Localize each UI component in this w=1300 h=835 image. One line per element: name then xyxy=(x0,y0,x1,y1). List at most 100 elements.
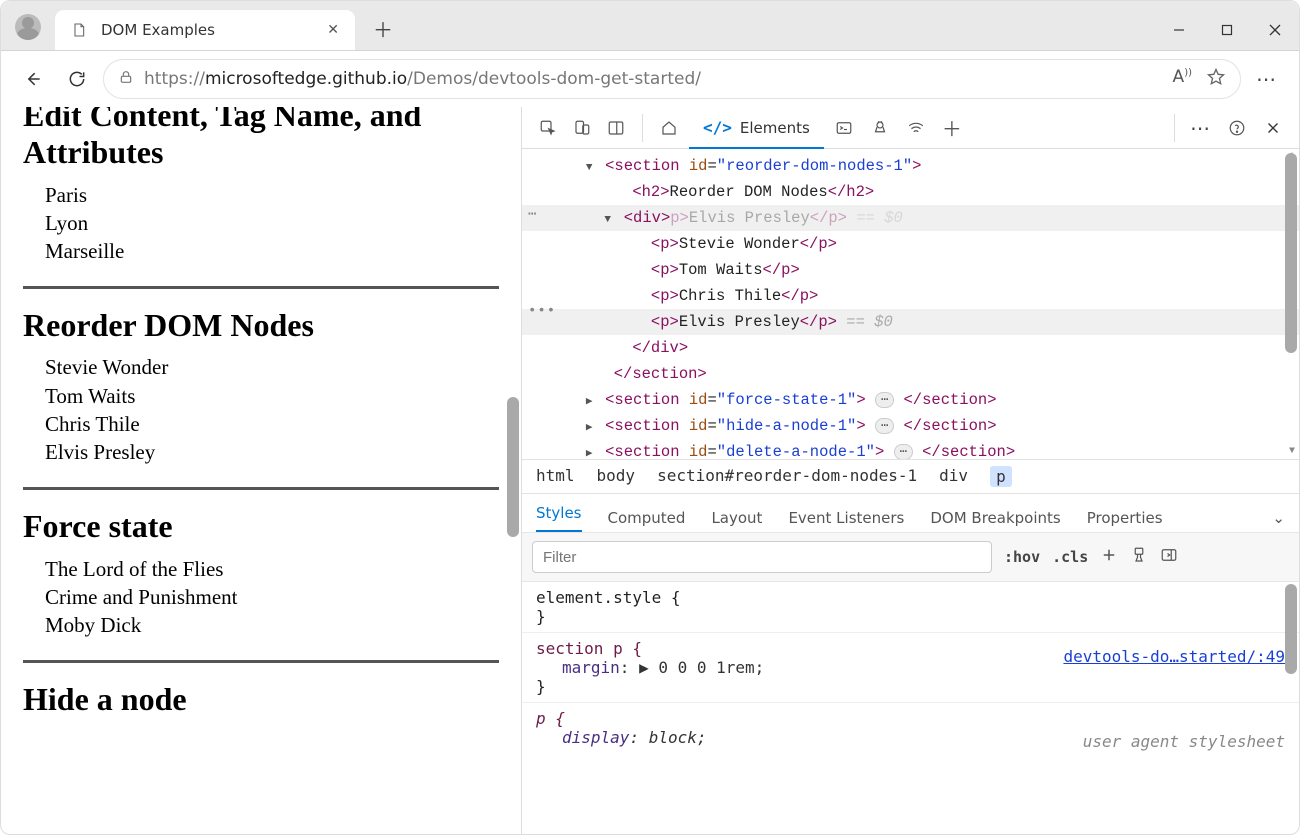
dom-node-selected[interactable]: ••• <p>Elvis Presley</p> == $0 xyxy=(522,309,1299,335)
cls-toggle[interactable]: .cls xyxy=(1052,548,1088,566)
browser-tab[interactable]: DOM Examples ✕ xyxy=(55,10,355,50)
close-window-button[interactable] xyxy=(1251,10,1299,50)
scroll-down-icon[interactable]: ▼ xyxy=(1289,446,1295,457)
inspect-icon[interactable] xyxy=(532,112,564,144)
tab-event-listeners[interactable]: Event Listeners xyxy=(788,509,904,527)
dom-node[interactable]: <h2>Reorder DOM Nodes</h2> xyxy=(522,179,1299,205)
menu-button[interactable]: ⋯ xyxy=(1249,61,1285,97)
styles-scrollbar[interactable] xyxy=(1285,584,1297,674)
code-icon: </> xyxy=(703,118,732,137)
console-tab-icon[interactable] xyxy=(828,112,860,144)
list-item: Marseille xyxy=(45,237,499,265)
dom-node[interactable]: ▶ <section id="delete-a-node-1"> ⋯ </sec… xyxy=(522,439,1299,459)
read-aloud-icon[interactable]: A)) xyxy=(1173,67,1192,92)
list-item: The Lord of the Flies xyxy=(45,555,499,583)
drag-handle-icon[interactable]: ⋯ xyxy=(528,205,537,227)
devtools-panel: </> Elements ＋ ⋯ ▲ ▼ ▼ <section id="reor… xyxy=(521,107,1299,834)
style-rule[interactable]: element.style { } xyxy=(536,588,1285,626)
tab-layout[interactable]: Layout xyxy=(711,509,762,527)
styles-toolbar: :hov .cls xyxy=(522,533,1299,582)
dock-icon[interactable] xyxy=(600,112,632,144)
close-devtools-icon[interactable] xyxy=(1257,112,1289,144)
heading-hide: Hide a node xyxy=(23,681,499,718)
dom-tree[interactable]: ▲ ▼ ▼ <section id="reorder-dom-nodes-1">… xyxy=(522,149,1299,459)
welcome-tab-icon[interactable] xyxy=(653,112,685,144)
new-style-rule-icon[interactable] xyxy=(1100,546,1118,568)
dom-node[interactable]: </section> xyxy=(522,361,1299,387)
brush-icon[interactable] xyxy=(1130,546,1148,568)
url-bar[interactable]: https://microsoftedge.github.io/Demos/de… xyxy=(103,59,1241,99)
list-item: Tom Waits xyxy=(45,382,499,410)
divider xyxy=(23,487,499,490)
dom-node[interactable]: ▼ <section id="reorder-dom-nodes-1"> xyxy=(522,153,1299,179)
window-controls xyxy=(1155,10,1299,50)
lock-icon xyxy=(118,69,134,90)
dom-node[interactable]: </div> xyxy=(522,335,1299,361)
crumb[interactable]: section#reorder-dom-nodes-1 xyxy=(657,466,917,487)
dom-node[interactable]: ▶ <section id="force-state-1"> ⋯ </secti… xyxy=(522,387,1299,413)
crumb[interactable]: div xyxy=(939,466,968,487)
crumb[interactable]: p xyxy=(990,466,1012,487)
style-rule[interactable]: devtools-do…started/:49 section p { marg… xyxy=(536,639,1285,696)
help-icon[interactable] xyxy=(1221,112,1253,144)
tab-properties[interactable]: Properties xyxy=(1087,509,1163,527)
titlebar: DOM Examples ✕ ＋ xyxy=(1,1,1299,51)
dom-scrollbar[interactable] xyxy=(1285,153,1297,353)
reload-button[interactable] xyxy=(59,61,95,97)
tab-title: DOM Examples xyxy=(101,21,215,39)
sources-tab-icon[interactable] xyxy=(864,112,896,144)
back-button[interactable] xyxy=(15,61,51,97)
minimize-button[interactable] xyxy=(1155,10,1203,50)
force-list: The Lord of the Flies Crime and Punishme… xyxy=(23,555,499,640)
more-tabs-icon[interactable]: ＋ xyxy=(936,112,968,144)
hov-toggle[interactable]: :hov xyxy=(1004,548,1040,566)
device-icon[interactable] xyxy=(566,112,598,144)
page-scrollbar[interactable] xyxy=(507,397,519,537)
dom-node[interactable]: ⋯ ▼ <div>p>Elvis Presley</p> == $0 xyxy=(522,205,1299,231)
url-scheme: https://microsoftedge.github.io/Demos/de… xyxy=(144,69,701,89)
list-item: Chris Thile xyxy=(45,410,499,438)
new-tab-button[interactable]: ＋ xyxy=(365,10,401,46)
page-icon xyxy=(71,22,87,38)
list-item: Elvis Presley xyxy=(45,438,499,466)
dom-node[interactable]: <p>Tom Waits</p> xyxy=(522,257,1299,283)
dom-node[interactable]: ▶ <section id="hide-a-node-1"> ⋯ </secti… xyxy=(522,413,1299,439)
crumb[interactable]: body xyxy=(597,466,636,487)
heading-edit: Edit Content, Tag Name, and Attributes xyxy=(23,107,499,171)
edit-list: Paris Lyon Marseille xyxy=(23,181,499,266)
chevron-down-icon[interactable]: ⌄ xyxy=(1272,509,1285,527)
panel-toggle-icon[interactable] xyxy=(1160,546,1178,568)
styles-filter-input[interactable] xyxy=(532,541,992,573)
settings-menu-icon[interactable]: ⋯ xyxy=(1185,112,1217,144)
divider xyxy=(23,660,499,663)
ua-stylesheet-label: user agent stylesheet xyxy=(1083,732,1285,751)
dom-node[interactable]: <p>Stevie Wonder</p> xyxy=(522,231,1299,257)
maximize-button[interactable] xyxy=(1203,10,1251,50)
reorder-list: Stevie Wonder Tom Waits Chris Thile Elvi… xyxy=(23,353,499,466)
list-item: Crime and Punishment xyxy=(45,583,499,611)
dom-node[interactable]: <p>Chris Thile</p> xyxy=(522,283,1299,309)
close-tab-icon[interactable]: ✕ xyxy=(327,22,339,38)
devtools-tabbar: </> Elements ＋ ⋯ xyxy=(522,107,1299,149)
list-item: Moby Dick xyxy=(45,611,499,639)
heading-force: Force state xyxy=(23,508,499,545)
tab-dom-breakpoints[interactable]: DOM Breakpoints xyxy=(930,509,1060,527)
dom-breadcrumb[interactable]: html body section#reorder-dom-nodes-1 di… xyxy=(522,459,1299,494)
list-item: Lyon xyxy=(45,209,499,237)
browser-toolbar: https://microsoftedge.github.io/Demos/de… xyxy=(1,51,1299,107)
tab-computed[interactable]: Computed xyxy=(608,509,686,527)
heading-reorder: Reorder DOM Nodes xyxy=(23,307,499,344)
source-link[interactable]: devtools-do…started/:49 xyxy=(1063,647,1285,666)
drag-handle-icon[interactable]: ••• xyxy=(528,301,556,323)
tab-elements[interactable]: </> Elements xyxy=(689,107,824,149)
tab-styles[interactable]: Styles xyxy=(536,504,582,532)
style-rule[interactable]: user agent stylesheet p { display: block… xyxy=(536,709,1285,747)
styles-tabbar: Styles Computed Layout Event Listeners D… xyxy=(522,494,1299,533)
page-content: Edit Content, Tag Name, and Attributes P… xyxy=(1,107,521,834)
styles-pane[interactable]: ▲ element.style { } devtools-do…started/… xyxy=(522,582,1299,834)
favorite-icon[interactable] xyxy=(1206,67,1226,92)
network-tab-icon[interactable] xyxy=(900,112,932,144)
profile-avatar[interactable] xyxy=(15,14,41,40)
workspace: Edit Content, Tag Name, and Attributes P… xyxy=(1,107,1299,834)
crumb[interactable]: html xyxy=(536,466,575,487)
